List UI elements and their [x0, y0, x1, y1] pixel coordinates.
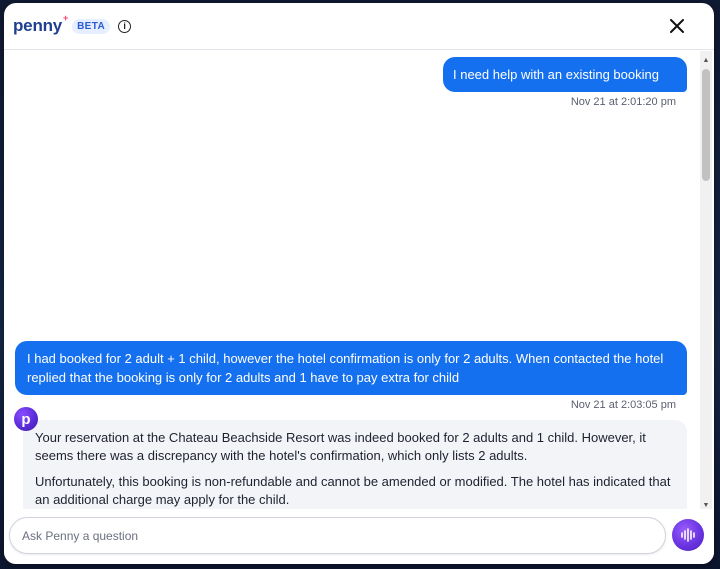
penny-avatar: p — [14, 407, 38, 431]
close-button[interactable] — [665, 14, 689, 38]
assistant-message: Your reservation at the Chateau Beachsid… — [23, 420, 687, 509]
avatar-letter: p — [21, 410, 31, 428]
voice-button[interactable] — [672, 519, 704, 551]
assistant-message-paragraph: Unfortunately, this booking is non-refun… — [35, 474, 671, 507]
voice-wave-icon — [681, 528, 695, 542]
close-icon — [670, 19, 684, 33]
user-message: I had booked for 2 adult + 1 child, howe… — [15, 341, 687, 395]
info-icon[interactable]: i — [118, 19, 132, 33]
message-timestamp: Nov 21 at 2:01:20 pm — [570, 96, 676, 108]
penny-chat-window: penny + BETA i I need help with an existi… — [4, 3, 714, 564]
scrollbar-thumb[interactable] — [702, 69, 710, 181]
chat-header: penny + BETA i — [4, 3, 714, 50]
message-list: I need help with an existing booking Nov… — [4, 51, 700, 509]
penny-logo: penny + — [13, 13, 68, 36]
scroll-up-arrow-icon[interactable]: ▲ — [700, 54, 712, 66]
question-input[interactable] — [9, 517, 666, 554]
beta-badge: BETA — [72, 18, 111, 34]
logo-spark-icon: + — [63, 13, 69, 23]
chat-scrollbar[interactable]: ▲ ▼ — [700, 51, 712, 511]
assistant-message-paragraph: Your reservation at the Chateau Beachsid… — [35, 430, 646, 463]
user-message: I need help with an existing booking — [443, 57, 687, 92]
logo-text: penny — [13, 16, 63, 35]
composer — [4, 509, 714, 564]
message-timestamp: Nov 21 at 2:03:05 pm — [570, 399, 676, 411]
